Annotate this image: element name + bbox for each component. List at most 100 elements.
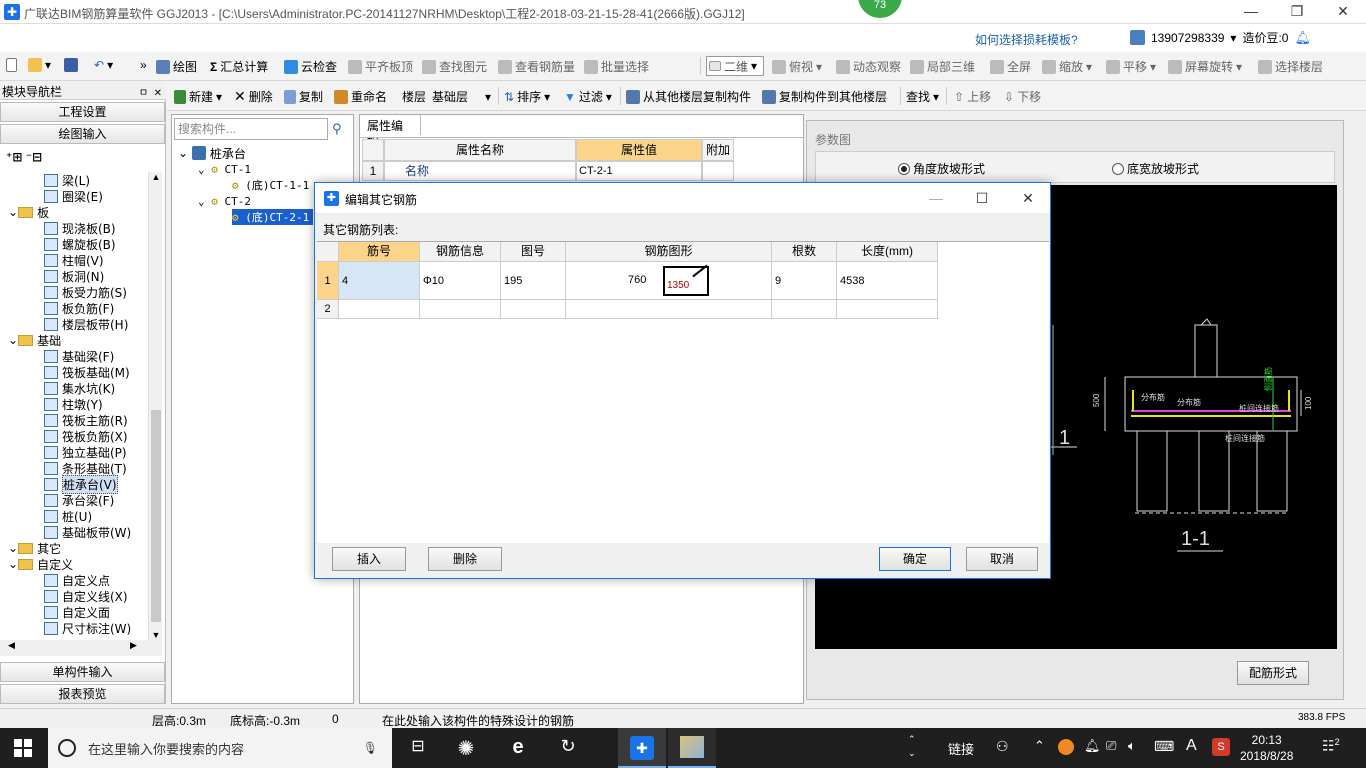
windows-start-icon[interactable] (14, 739, 32, 757)
photo-taskbar-button[interactable] (668, 728, 716, 768)
help-link[interactable]: 如何选择损耗模板? (975, 31, 1078, 48)
minimize-button[interactable]: — (1228, 0, 1274, 24)
length-cell[interactable]: 4538 (837, 262, 938, 300)
nav-item[interactable]: 螺旋板(B) (44, 236, 116, 252)
volume-icon[interactable]: 🔈︎ (1128, 738, 1136, 754)
chevron-down-icon[interactable]: ⌄ (8, 333, 18, 347)
bar-info-cell[interactable]: Φ10 (420, 262, 501, 300)
move-down-button[interactable]: ⇩ 下移 (1004, 88, 1041, 105)
dialog-minimize-button[interactable]: — (913, 187, 959, 209)
count-cell[interactable]: 9 (772, 262, 837, 300)
dialog-maximize-button[interactable]: ☐ (959, 187, 1005, 209)
edge-browser-icon[interactable]: e (506, 736, 530, 760)
nav-item[interactable]: 承台梁(F) (44, 492, 114, 508)
fan-app-icon[interactable]: ✺ (454, 736, 478, 760)
open-file-icon[interactable]: ▾ (28, 58, 51, 72)
shape-dim-b[interactable]: 1350 (667, 280, 689, 291)
nav-item[interactable]: 独立基础(P) (44, 444, 127, 460)
link-toolbar[interactable]: 链接 (948, 739, 974, 758)
move-up-button[interactable]: ⇧ 上移 (954, 88, 991, 105)
figure-no-cell[interactable] (501, 300, 566, 319)
bar-no-cell[interactable] (339, 300, 420, 319)
bar-no-cell[interactable]: 4 (339, 262, 420, 300)
ok-button[interactable]: 确定 (879, 547, 951, 571)
count-cell[interactable] (772, 300, 837, 319)
nav-hscrollbar[interactable]: ◀ ▶ (0, 640, 162, 656)
nav-item[interactable]: 自定义面 (44, 604, 110, 620)
tree-root[interactable]: ⌄ 桩承台 (178, 145, 246, 161)
nav-folder[interactable]: ⌄ 自定义 (8, 556, 73, 572)
view-rebar-button[interactable]: 查看钢筋量 (498, 58, 575, 75)
zoom-button[interactable]: 缩放 ▾ (1042, 58, 1092, 75)
summary-calc-button[interactable]: Σ 汇总计算 (210, 58, 268, 75)
flat-top-button[interactable]: 平齐板顶 (348, 58, 413, 75)
overflow-icon[interactable]: » (140, 58, 147, 72)
pan-button[interactable]: 平移 ▾ (1106, 58, 1156, 75)
nav-item[interactable]: 板受力筋(S) (44, 284, 127, 300)
search-menu-button[interactable]: 查找 ▾ (906, 88, 939, 105)
sogou-icon[interactable]: S (1212, 738, 1230, 756)
project-settings-button[interactable]: 工程设置 (0, 102, 165, 122)
pin-close-icons[interactable]: ㅁ ✕ (139, 84, 162, 99)
chevron-up-icon[interactable]: ⌃ (1034, 738, 1045, 754)
people-icon[interactable]: ⚇ (996, 738, 1009, 755)
bell-icon[interactable]: 🔔︎ (1084, 738, 1101, 754)
nav-item[interactable]: 自定义线(X) (44, 588, 128, 604)
nav-item[interactable]: 桩承台(V) (44, 474, 118, 494)
local-3d-button[interactable]: 局部三维 (910, 58, 975, 75)
radio-angle-slope[interactable]: 角度放坡形式 (898, 160, 985, 177)
restore-button[interactable]: ❐ (1274, 0, 1320, 24)
chevron-down-icon[interactable]: ⌄ (8, 541, 18, 555)
find-element-button[interactable]: 查找图元 (422, 58, 487, 75)
save-icon[interactable] (64, 58, 78, 72)
single-input-button[interactable]: 单构件输入 (0, 662, 165, 682)
fullscreen-button[interactable]: 全屏 (990, 58, 1031, 75)
task-view-icon[interactable]: ⊟ (406, 736, 430, 760)
top-view-button[interactable]: 俯视 ▾ (772, 58, 822, 75)
figure-no-cell[interactable]: 195 (501, 262, 566, 300)
close-button[interactable]: ✕ (1320, 0, 1366, 24)
floor-select[interactable]: 基础层 ▾ (432, 88, 494, 105)
microphone-icon[interactable]: 🎙︎ (363, 741, 378, 755)
nav-item[interactable]: 圈梁(E) (44, 188, 103, 204)
expand-collapse-icons[interactable]: ⁺⊞ ⁻⊟ (6, 150, 42, 164)
tree-node-ct1[interactable]: ⌄ ⚙ CT-1 (198, 161, 251, 177)
score-badge[interactable]: 73 (858, 0, 902, 18)
dialog-close-button[interactable]: ✕ (1005, 187, 1051, 209)
chevron-down-icon[interactable]: ⌄ (8, 557, 18, 571)
nav-item[interactable]: 集水坑(K) (44, 380, 115, 396)
nav-item[interactable]: 板负筋(F) (44, 300, 114, 316)
nav-item[interactable]: 楼层板带(H) (44, 316, 128, 332)
ggj-taskbar-button[interactable]: ✚ (618, 728, 666, 768)
nav-folder[interactable]: ⌄ 基础 (8, 332, 61, 348)
cancel-button[interactable]: 取消 (966, 547, 1038, 571)
nav-folder[interactable]: ⌄ 其它 (8, 540, 61, 556)
rename-button[interactable]: 重命名 (334, 88, 387, 105)
bar-info-cell[interactable] (420, 300, 501, 319)
nav-item[interactable]: 板洞(N) (44, 268, 104, 284)
chevron-down-icon[interactable]: ⌄ (8, 205, 18, 219)
nav-item[interactable]: 尺寸标注(W) (44, 620, 131, 636)
report-preview-button[interactable]: 报表预览 (0, 684, 165, 704)
notification-center-icon[interactable]: ☷2 (1322, 737, 1340, 755)
keyboard-icon[interactable]: ⌨ (1154, 738, 1174, 755)
nav-item[interactable]: 现浇板(B) (44, 220, 116, 236)
rebar-form-button[interactable]: 配筋形式 (1237, 661, 1309, 685)
copy-from-floor-button[interactable]: 从其他楼层复制构件 (626, 88, 751, 105)
view-mode-select[interactable]: 二维 ▾ (706, 56, 764, 76)
insert-button[interactable]: 插入 (332, 547, 406, 571)
new-file-icon[interactable] (6, 58, 17, 72)
tree-node-ct2[interactable]: ⌄ ⚙ CT-2 (198, 193, 251, 209)
nav-scrollbar[interactable]: ▲ ▼ (148, 172, 162, 640)
tab-property-edit[interactable]: 属性编辑 (361, 115, 421, 150)
nav-item[interactable]: 筏板主筋(R) (44, 412, 128, 428)
sort-button[interactable]: ⇅ 排序 ▾ (504, 88, 550, 105)
tree-node-ct1-1[interactable]: ⚙ (底)CT-1-1 (232, 177, 309, 193)
nav-item[interactable]: 基础板带(W) (44, 524, 131, 540)
screen-rotate-button[interactable]: 屏幕旋转 ▾ (1168, 58, 1242, 75)
bar-shape-cell[interactable]: 760 1350 (566, 262, 772, 300)
component-search-input[interactable]: 搜索构件... (174, 118, 328, 140)
bell-icon[interactable]: 🔔︎ (1294, 30, 1311, 46)
tree-node-ct2-1[interactable]: ⚙ (底)CT-2-1 (232, 209, 314, 225)
ime-indicator[interactable]: A (1186, 737, 1197, 755)
